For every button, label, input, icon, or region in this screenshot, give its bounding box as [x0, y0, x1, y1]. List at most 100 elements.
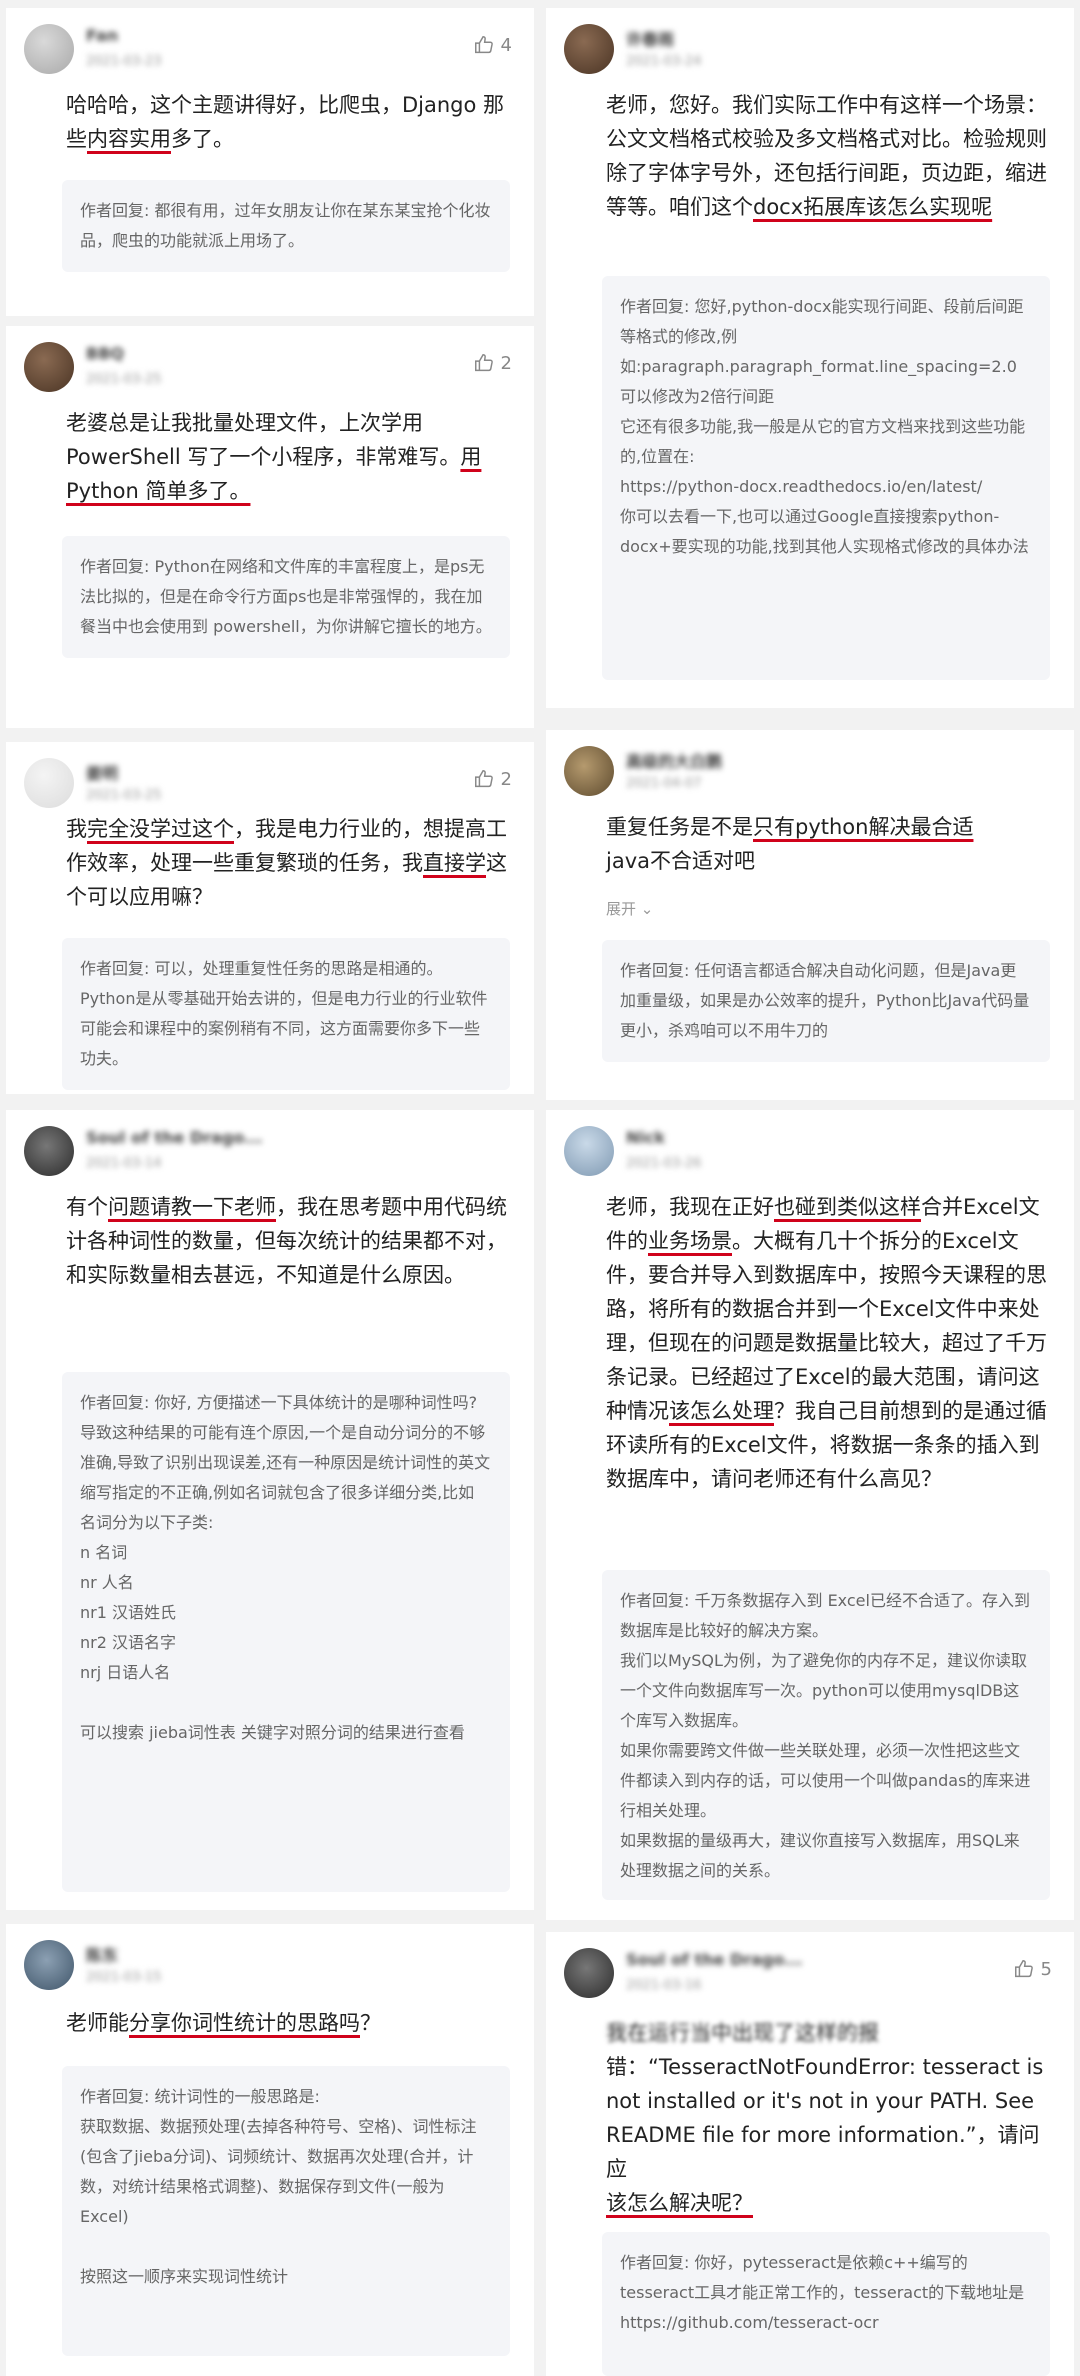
username[interactable]: 陈东: [86, 1942, 118, 1966]
underlined-text: 直接学: [423, 851, 486, 875]
username[interactable]: 姜明: [86, 760, 118, 784]
comment-text: 老师，我现在正好也碰到类似这样合并Excel文件的业务场景。大概有几十个拆分的E…: [606, 1190, 1054, 1496]
comment-date: 2021-03-14: [86, 1156, 162, 1171]
reply-line: 可以搜索 jieba词性表 关键字对照分词的结果进行查看: [80, 1723, 465, 1742]
reply-line: 如果你需要跨文件做一些关联处理，必须一次性把这些文件都读入到内存的话，可以使用一…: [620, 1741, 1031, 1820]
like-button[interactable]: 5: [1013, 1958, 1052, 1980]
reply-line: 如:paragraph.paragraph_format.line_spacin…: [620, 357, 1017, 376]
author-reply: 作者回复: 都很有用，过年女朋友让你在某东某宝抢个化妆品，爬虫的功能就派上用场了…: [62, 180, 510, 272]
username[interactable]: BBQ: [86, 344, 124, 363]
username[interactable]: 许春雨: [626, 26, 674, 50]
like-button[interactable]: 2: [473, 352, 512, 374]
avatar[interactable]: [24, 342, 74, 392]
reply-line: 作者回复: 可以，处理重复性任务的思路是相通的。Python是从零基础开始去讲的…: [80, 959, 488, 1068]
underlined-text: 完全没学过这个: [87, 817, 234, 841]
comment-text-part: 有个: [66, 1195, 108, 1219]
author-reply: 作者回复: 你好，pytesseract是依赖c++编写的tesseract工具…: [602, 2232, 1050, 2376]
author-reply: 作者回复: 统计词性的一般思路是: 获取数据、数据预处理(去掉各种符号、空格)、…: [62, 2066, 510, 2356]
underlined-text: 分享你词性统计的思路吗: [129, 2011, 360, 2035]
comment-text: 老师，您好。我们实际工作中有这样一个场景：公文文档格式校验及多文档格式对比。检验…: [606, 88, 1054, 224]
avatar[interactable]: [564, 1126, 614, 1176]
username[interactable]: Fan: [86, 26, 118, 45]
avatar[interactable]: [564, 746, 614, 796]
underlined-text: 只有python解决最合适: [753, 815, 974, 839]
comment-date: 2021-03-23: [86, 54, 162, 69]
username[interactable]: Soul of the Drago...: [626, 1950, 803, 1969]
underlined-text: 业务场景: [648, 1229, 732, 1253]
comment-text: 老婆总是让我批量处理文件，上次学用 PowerShell 写了一个小程序，非常难…: [66, 406, 514, 508]
reply-line: nr1 汉语姓氏: [80, 1603, 176, 1622]
avatar[interactable]: [24, 1940, 74, 1990]
reply-line: nrj 日语人名: [80, 1663, 171, 1682]
like-button[interactable]: 4: [473, 34, 512, 56]
comment-date: 2021-03-25: [86, 372, 162, 387]
comment-text-part: 错：“TesseractNotFoundError: tesseract is …: [606, 2055, 1044, 2181]
author-reply: 作者回复: 可以，处理重复性任务的思路是相通的。Python是从零基础开始去讲的…: [62, 938, 510, 1090]
like-count: 2: [500, 768, 512, 790]
like-button[interactable]: 2: [473, 768, 512, 790]
reply-line: 作者回复: 您好,python-docx能实现行间距、段前后间距等格式的修改,例: [620, 297, 1024, 346]
underlined-text: 问题请教一下老师: [108, 1195, 276, 1219]
comment-text-part: 老师能: [66, 2011, 129, 2035]
username[interactable]: 高级的大白鹅: [626, 748, 722, 772]
reply-line: 可以修改为2倍行间距: [620, 387, 775, 406]
avatar[interactable]: [564, 24, 614, 74]
reply-line: 作者回复: 你好, 方便描述一下具体统计的是哪种词性吗? 导致这种结果的可能有连…: [80, 1393, 491, 1502]
comment-card: 许春雨 2021-03-24 老师，您好。我们实际工作中有这样一个场景：公文文档…: [546, 8, 1074, 708]
reply-line: n 名词: [80, 1543, 128, 1562]
reply-line: [80, 1688, 492, 1718]
reply-line: 作者回复: 千万条数据存入到 Excel已经不合适了。存入到数据库是比较好的解决…: [620, 1591, 1030, 1640]
reply-line: 我们以MySQL为例，为了避免你的内存不足，建议你读取一个文件向数据库写一次。p…: [620, 1651, 1027, 1730]
avatar[interactable]: [24, 1126, 74, 1176]
username[interactable]: Soul of the Drago...: [86, 1128, 263, 1147]
reply-line: 获取数据、数据预处理(去掉各种符号、空格)、词性标注(包含了jieba分词)、词…: [80, 2117, 477, 2226]
comment-text-part: 重复任务是不是: [606, 815, 753, 839]
comment-text: 有个问题请教一下老师，我在思考题中用代码统计各种词性的数量，但每次统计的结果都不…: [66, 1190, 514, 1292]
username[interactable]: Nick: [626, 1128, 665, 1147]
comment-text-part: 我: [66, 817, 87, 841]
comment-card: 陈东 2021-03-15 老师能分享你词性统计的思路吗？ 作者回复: 统计词性…: [6, 1924, 534, 2376]
comment-card: 姜明 2021-03-25 2 我完全没学过这个，我是电力行业的，想提高工作效率…: [6, 742, 534, 1094]
comment-card: Soul of the Drago... 2021-03-16 5 我在运行当中…: [546, 1932, 1074, 2376]
reply-line: 作者回复: Python在网络和文件库的丰富程度上，是ps无法比拟的，但是在命令…: [80, 557, 492, 636]
comment-date: 2021-03-15: [86, 1970, 162, 1985]
comment-text-part: 。大概有几十个拆分的Excel文件，要合并导入到数据库中，按照今天课程的思路，将…: [606, 1229, 1047, 1423]
underlined-text: 该怎么解决呢？: [606, 2191, 753, 2215]
author-reply: 作者回复: 任何语言都适合解决自动化问题，但是Java更加重量级，如果是办公效率…: [602, 940, 1050, 1062]
comment-date: 2021-03-25: [86, 788, 162, 803]
comment-date: 2021-03-26: [626, 1156, 702, 1171]
comment-text: 重复任务是不是只有python解决最合适 java不合适对吧: [606, 810, 1054, 878]
comment-text-part: ？: [360, 2011, 381, 2035]
avatar[interactable]: [24, 24, 74, 74]
reply-line: 名词分为以下子类:: [80, 1513, 214, 1532]
underlined-text: 类似这样: [837, 1195, 921, 1219]
thumbs-up-icon: [474, 770, 493, 788]
comment-text-part: 多了。: [171, 127, 234, 151]
avatar[interactable]: [564, 1948, 614, 1998]
reply-line: https://python-docx.readthedocs.io/en/la…: [620, 477, 983, 496]
underlined-text: docx拓展库该怎么实现呢: [753, 195, 993, 219]
comment-text-part: 老婆总是让我批量处理文件，上次学用 PowerShell 写了一个小程序，非常难…: [66, 411, 461, 469]
reply-line: 如果数据的量级再大，建议你直接写入数据库，用SQL来处理数据之间的关系。: [620, 1831, 1020, 1880]
reply-line: 作者回复: 你好，pytesseract是依赖c++编写的tesseract工具…: [620, 2253, 1025, 2302]
author-reply: 作者回复: Python在网络和文件库的丰富程度上，是ps无法比拟的，但是在命令…: [62, 536, 510, 658]
comment-card: 高级的大白鹅 2021-04-07 重复任务是不是只有python解决最合适 ja…: [546, 730, 1074, 1100]
comment-card: BBQ 2021-03-25 2 老婆总是让我批量处理文件，上次学用 Power…: [6, 326, 534, 728]
comment-text-part: 老师，我现在正好: [606, 1195, 774, 1219]
reply-line: 按照这一顺序来实现词性统计: [80, 2267, 289, 2286]
comment-text-part: 我在运行当中出现了这样的报: [606, 2021, 879, 2045]
avatar[interactable]: [24, 758, 74, 808]
thumbs-up-icon: [474, 36, 493, 54]
comment-text-part: java不合适对吧: [606, 849, 755, 873]
thumbs-up-icon: [1014, 1960, 1033, 1978]
expand-button[interactable]: 展开 ⌄: [606, 898, 653, 919]
comment-card: Fan 2021-03-23 4 哈哈哈，这个主题讲得好，比爬虫，Django …: [6, 8, 534, 316]
like-count: 5: [1040, 1958, 1052, 1980]
like-count: 4: [500, 34, 512, 56]
comment-date: 2021-03-16: [626, 1978, 702, 1993]
reply-line: 作者回复: 都很有用，过年女朋友让你在某东某宝抢个化妆品，爬虫的功能就派上用场了…: [80, 201, 491, 250]
author-reply: 作者回复: 你好, 方便描述一下具体统计的是哪种词性吗? 导致这种结果的可能有连…: [62, 1372, 510, 1892]
thumbs-up-icon: [474, 354, 493, 372]
reply-line: 它还有很多功能,我一般是从它的官方文档来找到这些功能的,位置在:: [620, 417, 1026, 466]
comment-date: 2021-04-07: [626, 776, 702, 791]
